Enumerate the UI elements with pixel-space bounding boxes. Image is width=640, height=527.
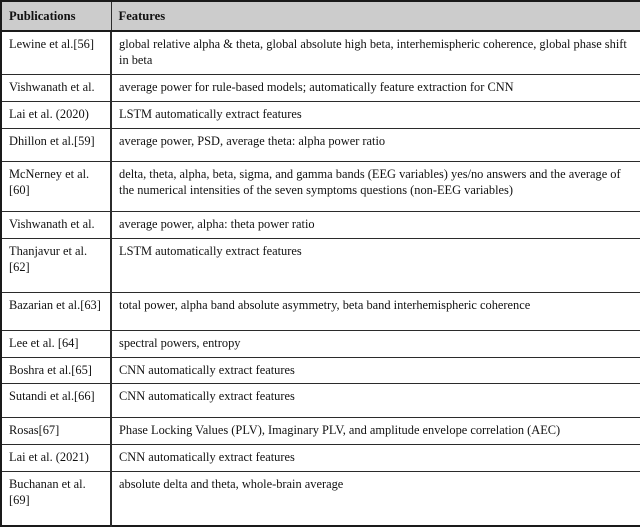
cell-publication: Vishwanath et al.	[0, 211, 112, 240]
cell-publication: Lee et al. [64]	[0, 329, 112, 358]
publications-features-table-container: Publications Features Lewine et al.[56] g…	[0, 0, 640, 527]
column-header-features: Features	[110, 0, 640, 33]
cell-publication: Lai et al. (2020)	[0, 100, 112, 129]
table-row: Lewine et al.[56] global relative alpha &…	[0, 30, 640, 75]
cell-features: global relative alpha & theta, global ab…	[110, 30, 640, 75]
table-row: Vishwanath et al. average power, alpha: t…	[0, 211, 640, 240]
cell-publication: McNerney et al.[60]	[0, 161, 112, 213]
table-row: Boshra et al.[65] CNN automatically extra…	[0, 356, 640, 385]
cell-features: LSTM automatically extract features	[110, 100, 640, 129]
cell-publication: Dhillon et al.[59]	[0, 127, 112, 163]
table-header-row: Publications Features	[0, 0, 640, 33]
cell-features: spectral powers, entropy	[110, 329, 640, 358]
cell-publication: Sutandi et al.[66]	[0, 383, 112, 419]
cell-features: LSTM automatically extract features	[110, 238, 640, 293]
table-row: Buchanan et al.[69] absolute delta and th…	[0, 471, 640, 527]
table-row: Lai et al. (2020) LSTM automatically extr…	[0, 100, 640, 129]
cell-features: total power, alpha band absolute asymmet…	[110, 291, 640, 331]
table-header: Publications Features	[0, 0, 640, 33]
cell-publication: Bazarian et al.[63]	[0, 291, 112, 331]
cell-publication: Lai et al. (2021)	[0, 444, 112, 473]
cell-features: CNN automatically extract features	[110, 444, 640, 473]
table-row: McNerney et al.[60] delta, theta, alpha, …	[0, 161, 640, 213]
column-header-publications: Publications	[0, 0, 112, 33]
cell-features: absolute delta and theta, whole-brain av…	[110, 471, 640, 527]
cell-publication: Vishwanath et al.	[0, 73, 112, 102]
table-row: Lai et al. (2021) CNN automatically extra…	[0, 444, 640, 473]
cell-features: average power for rule-based models; aut…	[110, 73, 640, 102]
cell-features: CNN automatically extract features	[110, 383, 640, 419]
cell-features: delta, theta, alpha, beta, sigma, and ga…	[110, 161, 640, 213]
table-row: Rosas[67] Phase Locking Values (PLV), Ima…	[0, 417, 640, 446]
cell-publication: Buchanan et al.[69]	[0, 471, 112, 527]
table-row: Thanjavur et al.[62] LSTM automatically e…	[0, 238, 640, 293]
cell-publication: Boshra et al.[65]	[0, 356, 112, 385]
table-row: Bazarian et al.[63] total power, alpha ba…	[0, 291, 640, 331]
cell-features: CNN automatically extract features	[110, 356, 640, 385]
cell-publication: Lewine et al.[56]	[0, 30, 112, 75]
cell-features: average power, PSD, average theta: alpha…	[110, 127, 640, 163]
table-row: Sutandi et al.[66] CNN automatically extr…	[0, 383, 640, 419]
cell-publication: Rosas[67]	[0, 417, 112, 446]
table-row: Vishwanath et al. average power for rule-…	[0, 73, 640, 102]
cell-features: average power, alpha: theta power ratio	[110, 211, 640, 240]
table-row: Lee et al. [64] spectral powers, entropy	[0, 329, 640, 358]
publications-features-table: Publications Features Lewine et al.[56] g…	[0, 0, 640, 527]
cell-features: Phase Locking Values (PLV), Imaginary PL…	[110, 417, 640, 446]
cell-publication: Thanjavur et al.[62]	[0, 238, 112, 293]
table-row: Dhillon et al.[59] average power, PSD, av…	[0, 127, 640, 163]
table-body: Lewine et al.[56] global relative alpha &…	[0, 30, 640, 527]
